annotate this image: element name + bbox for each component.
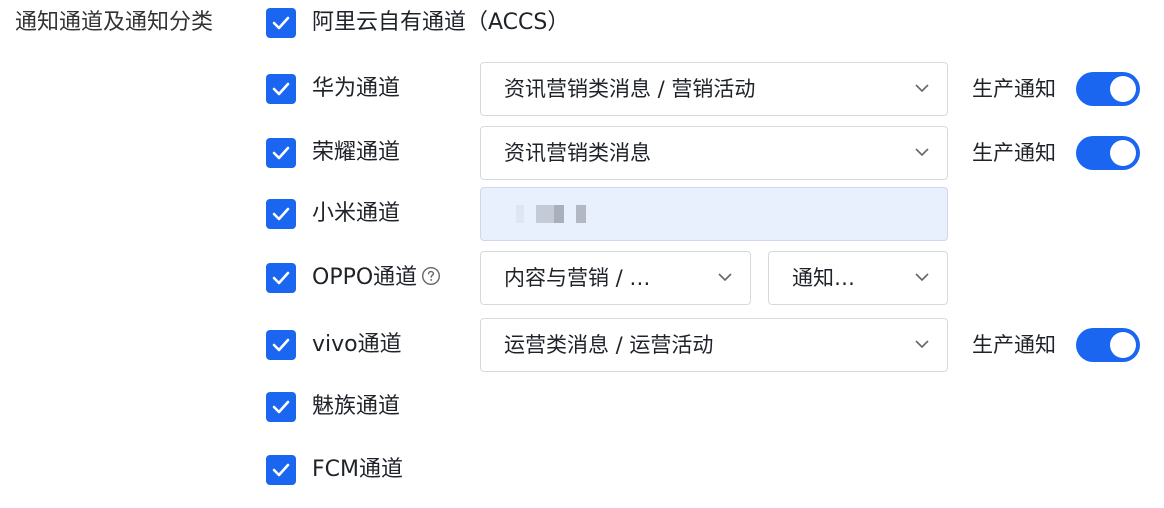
category-select-honor[interactable]: 资讯营销类消息 xyxy=(480,126,948,180)
blurred-content xyxy=(536,205,554,223)
checkbox-fcm[interactable] xyxy=(266,455,296,485)
production-notify-toggle-honor[interactable] xyxy=(1076,136,1140,170)
channel-label-xiaomi: 小米通道 xyxy=(312,201,401,226)
checkbox-meizu[interactable] xyxy=(266,392,296,422)
select-value: 通知… xyxy=(792,266,855,290)
production-notify-toggle-vivo[interactable] xyxy=(1076,328,1140,362)
chevron-down-icon xyxy=(915,340,929,349)
check-icon xyxy=(272,207,290,221)
blurred-content xyxy=(576,205,586,223)
check-icon xyxy=(272,400,290,414)
production-notify-label-vivo: 生产通知 xyxy=(972,333,1056,357)
channel-label-accs: 阿里云自有通道（ACCS） xyxy=(312,10,570,35)
check-icon xyxy=(272,82,290,96)
select-value: 运营类消息 / 运营活动 xyxy=(504,333,714,357)
production-notify-label-honor: 生产通知 xyxy=(972,141,1056,165)
channel-label-vivo: vivo通道 xyxy=(312,332,402,357)
channel-label-oppo-wrap: OPPO通道 xyxy=(312,263,441,293)
category-select-oppo[interactable]: 内容与营销 / … xyxy=(480,251,751,305)
chevron-down-icon xyxy=(718,273,732,282)
select-value: 资讯营销类消息 / 营销活动 xyxy=(504,77,756,101)
chevron-down-icon xyxy=(915,148,929,157)
toggle-knob xyxy=(1110,332,1136,358)
checkbox-xiaomi[interactable] xyxy=(266,199,296,229)
chevron-down-icon xyxy=(915,273,929,282)
checkbox-oppo[interactable] xyxy=(266,263,296,293)
section-label: 通知通道及通知分类 xyxy=(15,10,214,35)
channel-label-huawei: 华为通道 xyxy=(312,76,401,101)
blurred-content xyxy=(516,205,524,223)
checkbox-honor[interactable] xyxy=(266,138,296,168)
check-icon xyxy=(272,338,290,352)
select-value: 内容与营销 / … xyxy=(504,266,651,290)
toggle-knob xyxy=(1110,76,1136,102)
production-notify-label-huawei: 生产通知 xyxy=(972,77,1056,101)
checkbox-huawei[interactable] xyxy=(266,74,296,104)
channel-label-meizu: 魅族通道 xyxy=(312,394,401,419)
check-icon xyxy=(272,16,290,30)
category-select-huawei[interactable]: 资讯营销类消息 / 营销活动 xyxy=(480,62,948,116)
subcategory-select-oppo[interactable]: 通知… xyxy=(768,251,948,305)
channel-label-oppo: OPPO通道 xyxy=(312,265,418,290)
check-icon xyxy=(272,463,290,477)
channel-label-honor: 荣耀通道 xyxy=(312,140,401,165)
checkbox-accs[interactable] xyxy=(266,8,296,38)
select-value: 资讯营销类消息 xyxy=(504,141,651,165)
category-field-xiaomi[interactable] xyxy=(480,187,948,241)
check-icon xyxy=(272,146,290,160)
chevron-down-icon xyxy=(915,84,929,93)
production-notify-toggle-huawei[interactable] xyxy=(1076,72,1140,106)
blurred-content xyxy=(554,205,564,223)
toggle-knob xyxy=(1110,140,1136,166)
channel-label-fcm: FCM通道 xyxy=(312,457,403,482)
checkbox-vivo[interactable] xyxy=(266,330,296,360)
category-select-vivo[interactable]: 运营类消息 / 运营活动 xyxy=(480,318,948,372)
question-circle-icon[interactable] xyxy=(421,266,441,286)
check-icon xyxy=(272,271,290,285)
